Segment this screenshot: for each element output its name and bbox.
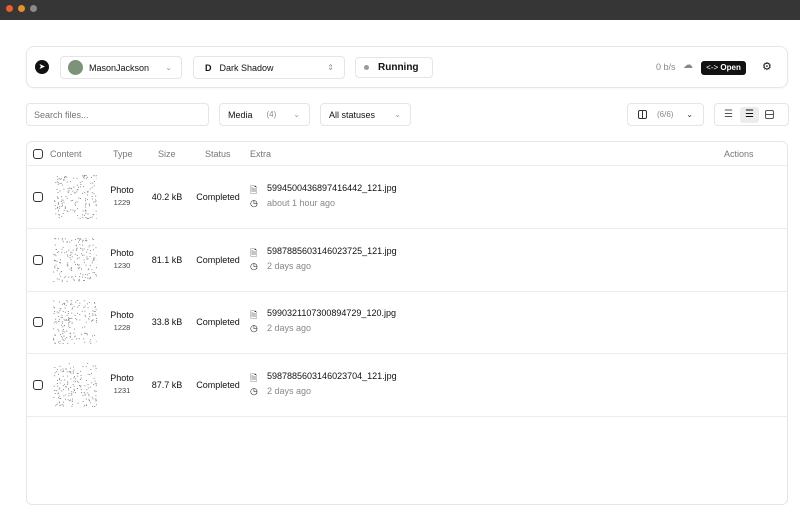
file-icon: 🗎 xyxy=(250,372,258,383)
row-checkbox[interactable] xyxy=(33,192,43,202)
status-cell: Completed xyxy=(196,379,240,390)
status-dot-icon xyxy=(364,65,369,70)
clock-icon: ◷ xyxy=(250,198,258,208)
table-row[interactable]: Photo 1229 40.2 kB Completed 🗎 5994500436… xyxy=(27,166,787,229)
type-cell: Photo 1228 xyxy=(105,310,139,332)
code-icon: <-> xyxy=(706,63,719,72)
columns-icon xyxy=(638,110,647,119)
file-name[interactable]: 5987885603146023704_121.jpg xyxy=(267,371,397,381)
column-actions: Actions xyxy=(724,149,754,159)
size-cell: 40.2 kB xyxy=(151,192,183,202)
column-status[interactable]: Status xyxy=(205,149,231,159)
cloud-download-icon: ☁ xyxy=(683,60,693,71)
photo-thumbnail[interactable] xyxy=(53,300,97,344)
avatar xyxy=(68,60,83,75)
row-checkbox[interactable] xyxy=(33,379,43,390)
message-id: 1231 xyxy=(113,385,131,395)
column-extra[interactable]: Extra xyxy=(250,149,271,159)
timestamp: 2 days ago xyxy=(267,260,312,271)
search-field[interactable] xyxy=(34,109,194,120)
file-icon: 🗎 xyxy=(250,310,258,320)
table-header: Content Type Size Status Extra Actions xyxy=(27,142,787,166)
photo-thumbnail[interactable] xyxy=(53,362,97,407)
photo-thumbnail[interactable] xyxy=(53,237,97,282)
telegram-icon: ➤ xyxy=(35,60,49,74)
row-checkbox[interactable] xyxy=(33,254,43,265)
table-row[interactable]: Photo 1230 81.1 kB Completed 🗎 5987885603… xyxy=(27,229,787,292)
size-cell: 87.7 kB xyxy=(151,379,183,390)
media-count: (4) xyxy=(266,110,277,119)
density-large-icon[interactable] xyxy=(764,110,774,119)
column-type[interactable]: Type xyxy=(113,149,133,159)
type-label: Photo xyxy=(110,247,134,258)
speed-readout: 0 b/s xyxy=(656,62,676,72)
profile-initial: D xyxy=(205,62,212,73)
chevron-down-icon: ⌄ xyxy=(686,110,693,119)
settings-gear-icon[interactable]: ⚙ xyxy=(762,60,772,73)
file-icon: 🗎 xyxy=(250,185,258,195)
status-filter-label: All statuses xyxy=(329,109,376,120)
account-name: MasonJackson xyxy=(89,62,150,73)
status-cell: Completed xyxy=(196,192,240,202)
message-id: 1230 xyxy=(113,260,131,270)
timestamp: about 1 hour ago xyxy=(267,198,336,208)
status-indicator: Running xyxy=(355,57,433,78)
message-id: 1229 xyxy=(113,198,131,207)
type-label: Photo xyxy=(110,185,134,195)
density-toggle[interactable]: ☰ ☰ xyxy=(714,103,789,126)
timestamp: 2 days ago xyxy=(267,323,312,333)
type-cell: Photo 1229 xyxy=(105,185,139,207)
message-id: 1228 xyxy=(113,323,131,332)
media-label: Media xyxy=(228,109,253,120)
clock-icon: ◷ xyxy=(250,385,258,396)
chevron-down-icon: ⌄ xyxy=(394,110,401,119)
profile-name: Dark Shadow xyxy=(219,62,274,73)
table-row[interactable]: Photo 1231 87.7 kB Completed 🗎 5987885603… xyxy=(27,354,787,417)
file-name[interactable]: 5987885603146023725_121.jpg xyxy=(267,246,397,256)
chevron-updown-icon: ⇕ xyxy=(327,63,334,72)
column-size[interactable]: Size xyxy=(158,149,176,159)
status-text: Running xyxy=(378,62,419,73)
columns-count: (6/6) xyxy=(657,110,674,119)
search-input[interactable] xyxy=(26,103,209,126)
type-label: Photo xyxy=(110,372,134,383)
file-name[interactable]: 5994500436897416442_121.jpg xyxy=(267,183,397,193)
minimize-window-button[interactable] xyxy=(18,5,25,12)
clock-icon: ◷ xyxy=(250,260,258,271)
file-name[interactable]: 5990321107300894729_120.jpg xyxy=(267,308,396,318)
row-checkbox[interactable] xyxy=(33,317,43,327)
close-window-button[interactable] xyxy=(6,5,13,12)
type-cell: Photo 1231 xyxy=(105,373,139,395)
density-compact-icon[interactable]: ☰ xyxy=(724,109,733,120)
account-select[interactable]: MasonJackson ⌄ xyxy=(60,56,182,79)
profile-select[interactable]: D Dark Shadow ⇕ xyxy=(193,56,345,79)
timestamp: 2 days ago xyxy=(267,385,312,396)
size-cell: 33.8 kB xyxy=(151,317,183,327)
table-row[interactable]: Photo 1228 33.8 kB Completed 🗎 5990321107… xyxy=(27,291,787,354)
media-filter[interactable]: Media (4) ⌄ xyxy=(219,103,310,126)
files-table: Content Type Size Status Extra Actions P… xyxy=(26,141,788,505)
clock-icon: ◷ xyxy=(250,323,258,333)
status-cell: Completed xyxy=(196,254,240,265)
density-normal-icon[interactable]: ☰ xyxy=(739,106,759,123)
status-filter[interactable]: All statuses ⌄ xyxy=(320,103,411,126)
type-label: Photo xyxy=(110,310,134,320)
maximize-window-button[interactable] xyxy=(30,5,37,12)
size-cell: 81.1 kB xyxy=(151,254,183,265)
type-cell: Photo 1230 xyxy=(105,248,139,270)
select-all-checkbox[interactable] xyxy=(33,149,43,159)
status-cell: Completed xyxy=(196,317,240,327)
session-bar: ➤ MasonJackson ⌄ D Dark Shadow ⇕ Running… xyxy=(26,46,788,88)
file-icon: 🗎 xyxy=(250,247,258,258)
open-button[interactable]: <-> Open xyxy=(701,61,746,75)
open-label: Open xyxy=(720,63,741,72)
chevron-down-icon: ⌄ xyxy=(165,63,172,72)
window-titlebar xyxy=(0,0,800,20)
columns-toggle[interactable]: (6/6) ⌄ xyxy=(627,103,704,126)
column-content[interactable]: Content xyxy=(50,149,82,159)
chevron-down-icon: ⌄ xyxy=(293,110,300,119)
photo-thumbnail[interactable] xyxy=(53,175,97,219)
